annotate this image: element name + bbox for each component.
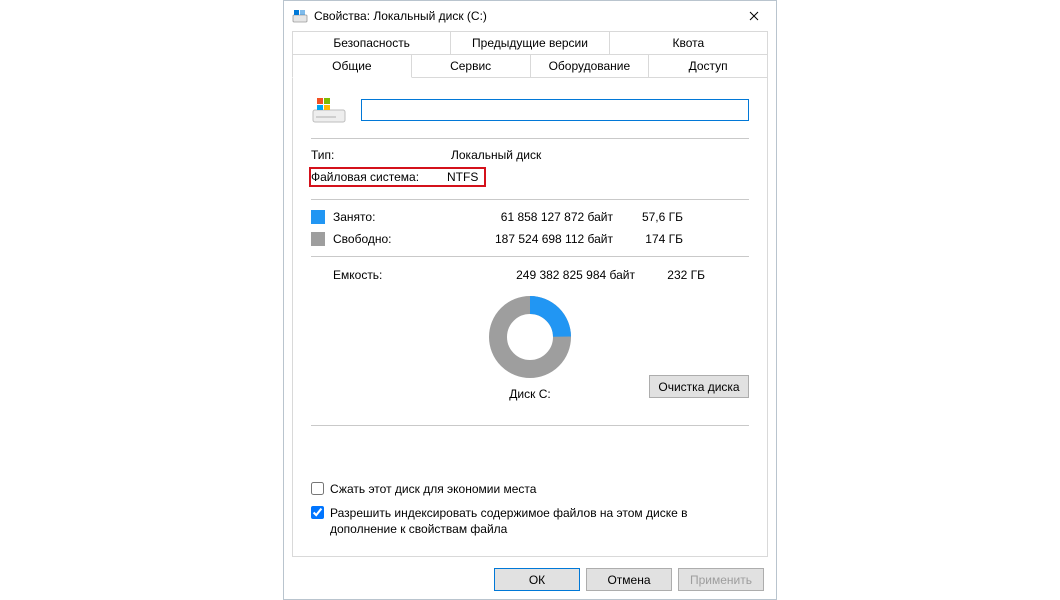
used-gb: 57,6 ГБ: [613, 210, 683, 224]
free-label: Свободно:: [333, 232, 443, 246]
disk-cleanup-button[interactable]: Очистка диска: [649, 375, 749, 398]
close-icon: [749, 11, 759, 21]
usage-donut-chart: [486, 293, 574, 381]
free-swatch-icon: [311, 232, 325, 246]
capacity-label: Емкость:: [311, 268, 465, 282]
used-row: Занято: 61 858 127 872 байт 57,6 ГБ: [311, 206, 749, 228]
index-checkbox[interactable]: [311, 506, 324, 519]
checkbox-group: Сжать этот диск для экономии места Разре…: [311, 474, 749, 544]
filesystem-label: Файловая система:: [311, 170, 447, 184]
type-row: Тип: Локальный диск: [311, 145, 749, 165]
drive-name-input[interactable]: [361, 99, 749, 121]
type-label: Тип:: [311, 148, 451, 162]
compress-checkbox[interactable]: [311, 482, 324, 495]
properties-dialog: Свойства: Локальный диск (C:) Безопаснос…: [283, 0, 777, 600]
capacity-gb: 232 ГБ: [635, 268, 705, 282]
close-button[interactable]: [731, 1, 776, 31]
tab-sharing[interactable]: Доступ: [648, 54, 768, 78]
separator: [311, 199, 749, 200]
free-bytes: 187 524 698 112 байт: [443, 232, 613, 246]
titlebar[interactable]: Свойства: Локальный диск (C:): [284, 1, 776, 31]
dialog-footer: ОК Отмена Применить: [494, 568, 764, 591]
tab-general[interactable]: Общие: [292, 54, 412, 78]
apply-button[interactable]: Применить: [678, 568, 764, 591]
separator: [311, 256, 749, 257]
separator: [311, 425, 749, 426]
usage-chart-area: Диск C: Очистка диска: [311, 293, 749, 411]
window-title: Свойства: Локальный диск (C:): [314, 9, 487, 23]
filesystem-value: NTFS: [447, 170, 478, 184]
drive-large-icon: [311, 92, 347, 128]
free-gb: 174 ГБ: [613, 232, 683, 246]
capacity-row: Емкость: 249 382 825 984 байт 232 ГБ: [311, 263, 749, 287]
disk-label: Диск C:: [509, 387, 550, 401]
tab-previous-versions[interactable]: Предыдущие версии: [450, 31, 609, 55]
used-swatch-icon: [311, 210, 325, 224]
ok-button[interactable]: ОК: [494, 568, 580, 591]
tab-security[interactable]: Безопасность: [292, 31, 451, 55]
tab-content-general: Тип: Локальный диск Файловая система: NT…: [292, 77, 768, 557]
tab-tools[interactable]: Сервис: [411, 54, 531, 78]
cancel-button[interactable]: Отмена: [586, 568, 672, 591]
tab-quota[interactable]: Квота: [609, 31, 768, 55]
used-bytes: 61 858 127 872 байт: [443, 210, 613, 224]
compress-label: Сжать этот диск для экономии места: [330, 481, 536, 497]
filesystem-highlight: Файловая система: NTFS: [309, 167, 486, 187]
tab-area: Безопасность Предыдущие версии Квота Общ…: [284, 31, 776, 557]
free-row: Свободно: 187 524 698 112 байт 174 ГБ: [311, 228, 749, 250]
used-label: Занято:: [333, 210, 443, 224]
drive-icon: [292, 8, 308, 24]
capacity-bytes: 249 382 825 984 байт: [465, 268, 635, 282]
separator: [311, 138, 749, 139]
tab-hardware[interactable]: Оборудование: [530, 54, 650, 78]
type-value: Локальный диск: [451, 148, 749, 162]
index-label: Разрешить индексировать содержимое файло…: [330, 505, 749, 537]
